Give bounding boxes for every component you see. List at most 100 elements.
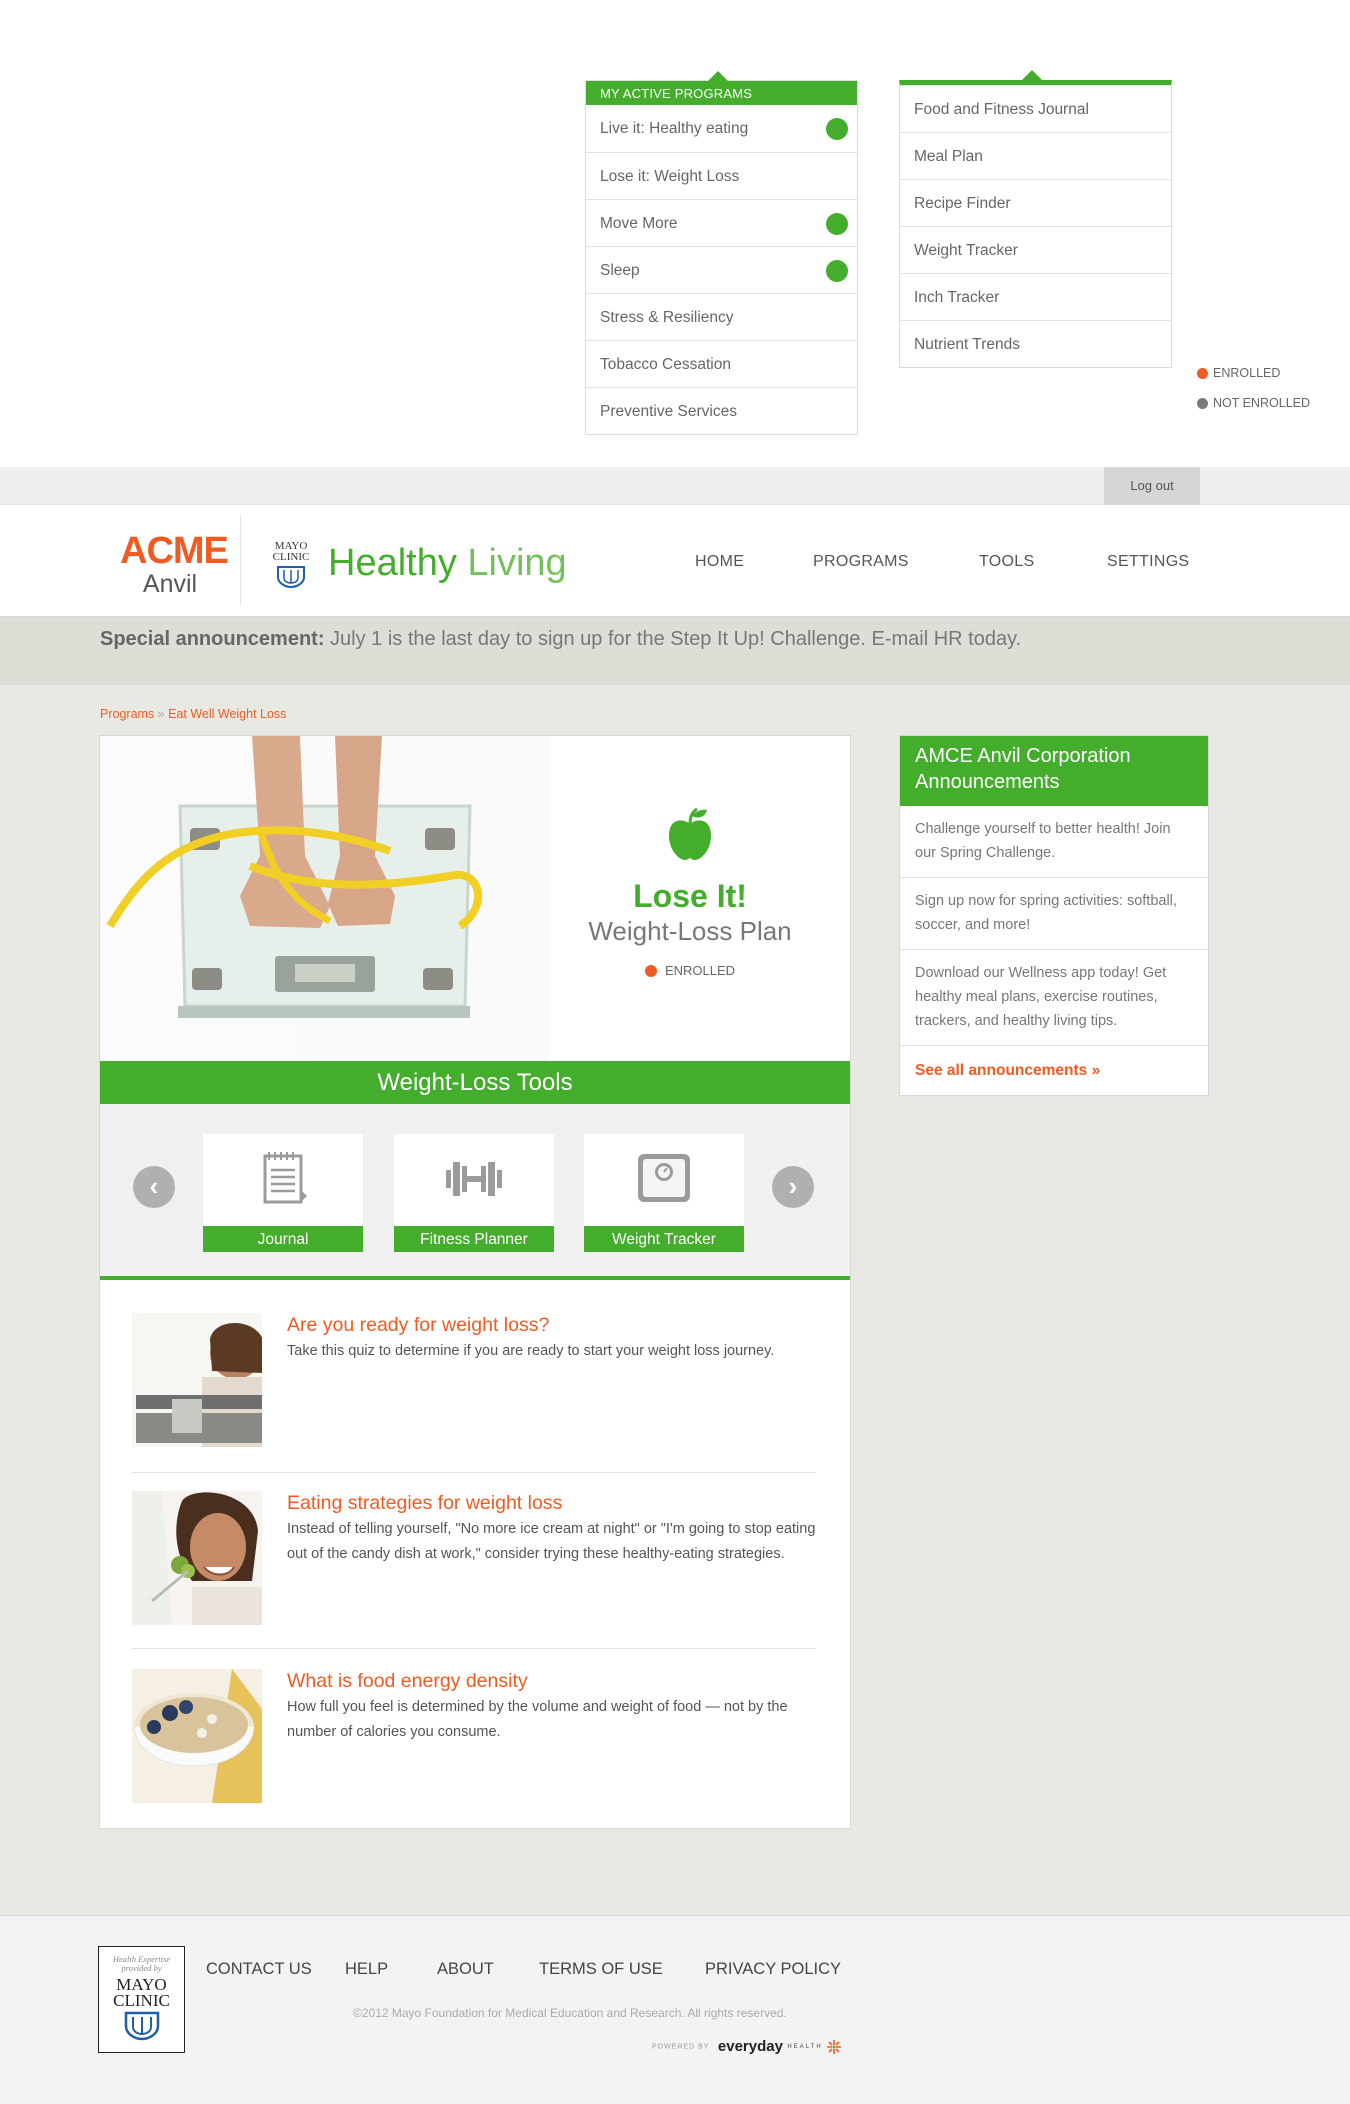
powered-by-everyday-health[interactable]: POWERED BY everyday HEALTH xyxy=(652,2038,842,2056)
program-item[interactable]: Sleep xyxy=(586,246,857,293)
nav-settings[interactable]: SETTINGS xyxy=(1107,553,1189,571)
program-item-label: Preventive Services xyxy=(600,403,737,420)
footer-link-contact[interactable]: CONTACT US xyxy=(206,1960,312,1979)
hero-info: Lose It! Weight-Loss Plan ENROLLED xyxy=(530,806,850,980)
see-all-announcements-link[interactable]: See all announcements » xyxy=(900,1045,1208,1095)
program-item-label: Sleep xyxy=(600,262,640,279)
tools-carousel: ‹ Journal Fitness Planner Weight Tracker… xyxy=(100,1104,850,1280)
not-enrolled-dot-icon xyxy=(1197,398,1208,409)
utility-bar: Log out xyxy=(0,467,1350,505)
hero-scale-illustration xyxy=(106,736,482,1018)
announcement-item[interactable]: Challenge yourself to better health! Joi… xyxy=(900,806,1208,877)
footer-link-terms[interactable]: TERMS OF USE xyxy=(539,1960,663,1979)
site-footer: Health Expertise provided by MAYO CLINIC… xyxy=(0,1915,1350,2104)
badge-caption-line2: provided by xyxy=(121,1963,162,1973)
article-image-2 xyxy=(132,1491,262,1625)
program-item[interactable]: Preventive Services xyxy=(586,387,857,434)
announcements-title: AMCE Anvil Corporation Announcements xyxy=(900,736,1208,806)
nav-programs[interactable]: PROGRAMS xyxy=(813,553,909,571)
brand-title-light: Living xyxy=(456,542,567,584)
breadcrumb-separator: » xyxy=(154,707,169,721)
powered-by-label: POWERED BY xyxy=(652,2043,710,2051)
legend-enrolled-label: ENROLLED xyxy=(1213,366,1281,380)
tool-menu-item[interactable]: Nutrient Trends xyxy=(900,320,1171,367)
copyright-text: ©2012 Mayo Foundation for Medical Educat… xyxy=(353,2006,787,2020)
article-thumbnail-woman-salad[interactable] xyxy=(132,1491,262,1625)
enrolled-dot-icon xyxy=(644,965,657,977)
program-card: Lose It! Weight-Loss Plan ENROLLED Weigh… xyxy=(99,735,851,1829)
logo-anvil-text: Anvil xyxy=(142,570,198,598)
announcement-item[interactable]: Sign up now for spring activities: softb… xyxy=(900,877,1208,949)
announcement-item[interactable]: Download our Wellness app today! Get hea… xyxy=(900,949,1208,1045)
breadcrumb-current[interactable]: Eat Well Weight Loss xyxy=(168,707,286,721)
article-title[interactable]: What is food energy density xyxy=(287,1669,528,1693)
apple-icon xyxy=(669,807,711,860)
program-subtitle: Weight-Loss Plan xyxy=(588,916,792,946)
chevron-right-icon: › xyxy=(788,1171,798,1201)
tools-section-title: Weight-Loss Tools xyxy=(100,1061,850,1104)
program-item-label: Lose it: Weight Loss xyxy=(600,168,740,185)
tool-menu-item[interactable]: Weight Tracker xyxy=(900,226,1171,273)
article-image-1 xyxy=(132,1313,262,1447)
logo-acme-text: ACME xyxy=(120,530,229,572)
footer-link-help[interactable]: HELP xyxy=(345,1960,388,1979)
badge-clinic-word: CLINIC xyxy=(113,1991,170,2010)
program-item[interactable]: Tobacco Cessation xyxy=(586,340,857,387)
enrolled-dot-icon xyxy=(1197,368,1208,379)
dropdown-caret xyxy=(708,71,728,81)
legend-not-enrolled-label: NOT ENROLLED xyxy=(1213,396,1311,410)
active-status-dot xyxy=(826,260,848,282)
tool-menu-item[interactable]: Food and Fitness Journal xyxy=(900,85,1171,132)
brand-title: Healthy Living xyxy=(328,541,567,585)
announcement-text: July 1 is the last day to sign up for th… xyxy=(324,628,1022,650)
carousel-next-button[interactable]: › xyxy=(772,1166,814,1208)
tool-menu-item[interactable]: Meal Plan xyxy=(900,132,1171,179)
programs-dropdown: MY ACTIVE PROGRAMS Live it: Healthy eati… xyxy=(585,71,858,435)
mayo-logo-line2: CLINIC xyxy=(272,551,310,563)
carousel-prev-button[interactable]: ‹ xyxy=(133,1166,175,1208)
scale-icon xyxy=(638,1154,690,1202)
article-summary: Instead of telling yourself, "No more ic… xyxy=(287,1521,816,1562)
program-item-label: Live it: Healthy eating xyxy=(600,120,749,137)
tool-tile-label: Weight Tracker xyxy=(584,1226,744,1252)
logout-button[interactable]: Log out xyxy=(1104,467,1200,505)
article-divider xyxy=(132,1472,815,1473)
programs-dropdown-header: MY ACTIVE PROGRAMS xyxy=(586,81,857,105)
site-header: ACME Anvil MAYO CLINIC Healthy Living HO… xyxy=(0,505,1350,617)
mayo-clinic-badge[interactable]: Health Expertise provided by MAYO CLINIC xyxy=(98,1946,185,2053)
program-item-label: Move More xyxy=(600,215,678,232)
program-item[interactable]: Stress & Resiliency xyxy=(586,293,857,340)
nav-home[interactable]: HOME xyxy=(695,553,744,571)
program-hero: Lose It! Weight-Loss Plan ENROLLED xyxy=(100,736,850,1061)
dumbbell-icon xyxy=(446,1162,502,1196)
breadcrumb-programs-link[interactable]: Programs xyxy=(100,707,154,721)
article-thumbnail-oatmeal[interactable] xyxy=(132,1669,262,1803)
active-status-dot xyxy=(826,118,848,140)
nav-tools[interactable]: TOOLS xyxy=(979,553,1034,571)
hero-image-feet-on-scale xyxy=(100,736,550,1061)
mayo-shield-icon xyxy=(124,2011,159,2041)
program-item[interactable]: Lose it: Weight Loss xyxy=(586,152,857,199)
tool-tile-label: Fitness Planner xyxy=(394,1226,554,1252)
article-image-3 xyxy=(132,1669,262,1803)
brand-title-strong: Healthy xyxy=(328,542,457,584)
article-thumbnail-woman-weighing[interactable] xyxy=(132,1313,262,1447)
program-item[interactable]: Live it: Healthy eating xyxy=(586,105,857,152)
article-title[interactable]: Are you ready for weight loss? xyxy=(287,1313,549,1337)
breadcrumb: Programs » Eat Well Weight Loss xyxy=(100,707,286,721)
tool-menu-item[interactable]: Inch Tracker xyxy=(900,273,1171,320)
article-title[interactable]: Eating strategies for weight loss xyxy=(287,1491,562,1515)
tool-menu-item[interactable]: Recipe Finder xyxy=(900,179,1171,226)
tool-tile-fitness-planner[interactable]: Fitness Planner xyxy=(394,1134,554,1252)
article-summary: How full you feel is determined by the v… xyxy=(287,1699,788,1740)
menu-preview-area: MY ACTIVE PROGRAMS Live it: Healthy eati… xyxy=(0,0,1350,467)
footer-link-privacy[interactable]: PRIVACY POLICY xyxy=(705,1960,841,1979)
dropdown-caret xyxy=(1022,70,1042,80)
tool-tile-journal[interactable]: Journal xyxy=(203,1134,363,1252)
tool-tile-weight-tracker[interactable]: Weight Tracker xyxy=(584,1134,744,1252)
program-title: Lose It! xyxy=(633,878,747,914)
chevron-left-icon: ‹ xyxy=(149,1171,159,1201)
program-item[interactable]: Move More xyxy=(586,199,857,246)
footer-link-about[interactable]: ABOUT xyxy=(437,1960,494,1979)
acme-anvil-logo[interactable]: ACME Anvil xyxy=(120,530,229,598)
